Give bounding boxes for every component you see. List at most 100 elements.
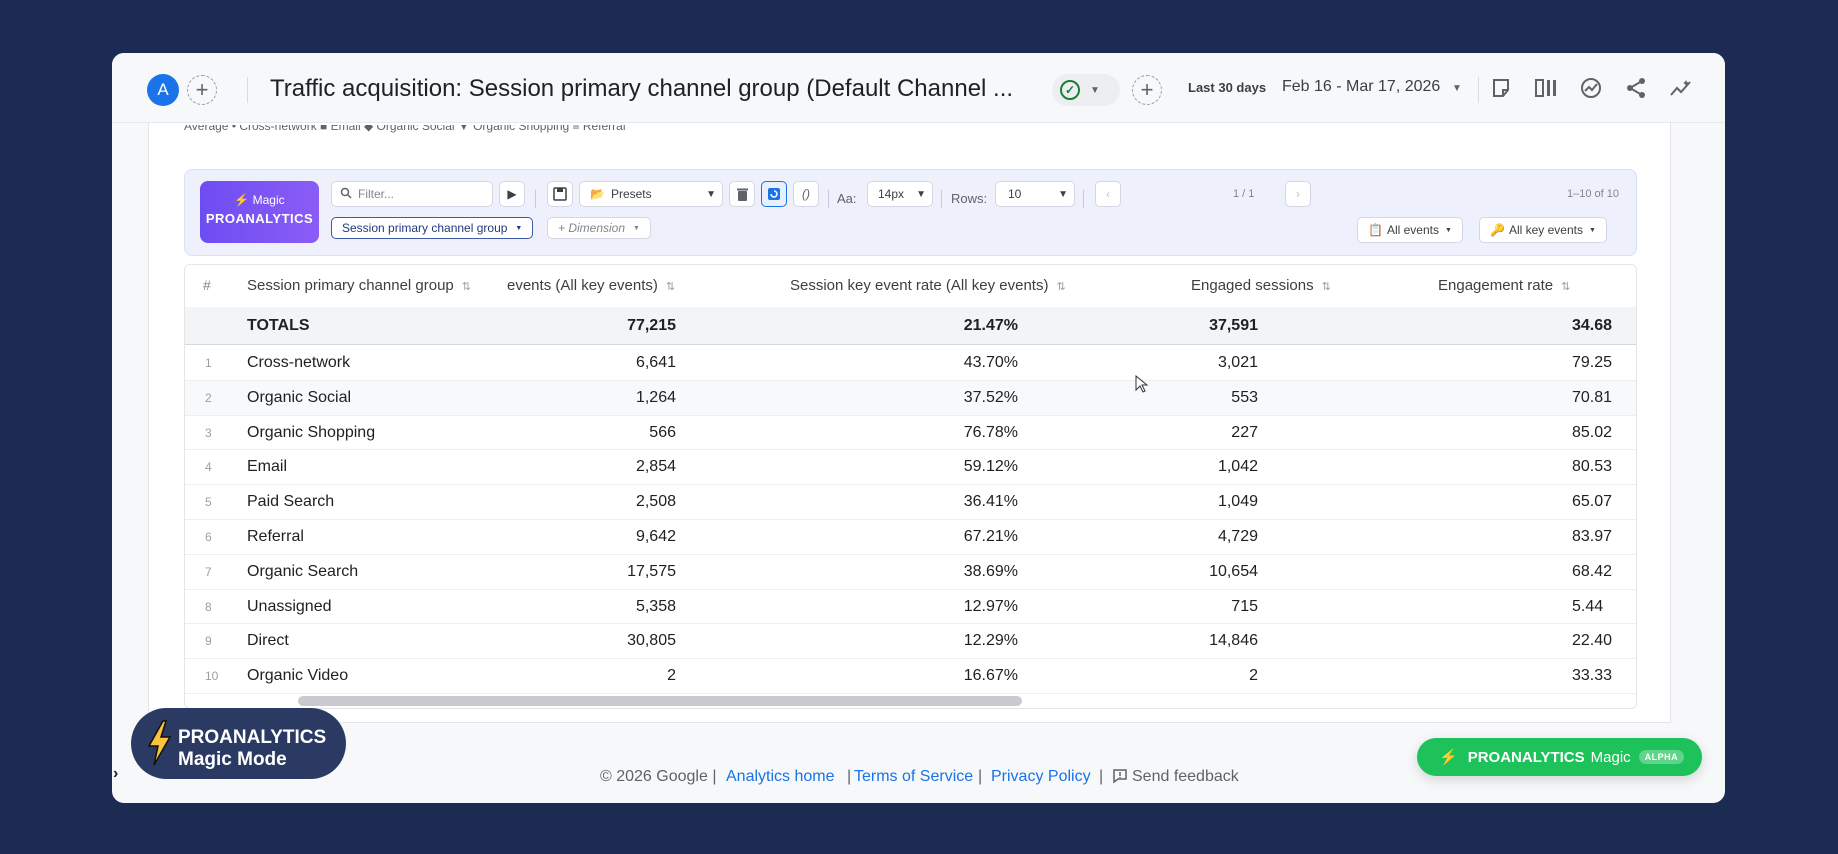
engagement-value: 70.81 [1572, 388, 1613, 406]
magic-mode-badge[interactable]: PROANALYTICS Magic Mode [131, 708, 346, 779]
engaged-value: 2 [1249, 667, 1258, 685]
play-icon: ▶ [507, 187, 517, 201]
compare-icon[interactable] [1531, 73, 1561, 103]
note-icon[interactable] [1486, 73, 1516, 103]
terms-link[interactable]: Terms of Service [854, 768, 973, 786]
channel-name: Email [247, 458, 288, 476]
clipboard-icon: 📋 [1368, 223, 1383, 237]
table-row[interactable]: 2 Organic Social 1,264 37.52% 553 70.81 [185, 380, 1636, 416]
delete-preset-button[interactable] [729, 181, 755, 207]
sort-icon[interactable]: ⇅ [1561, 281, 1570, 293]
column-header-label: events (All key events) [507, 277, 658, 294]
channel-name: Organic Search [247, 562, 359, 580]
divider [247, 77, 248, 103]
folder-icon: 📂 [590, 187, 605, 201]
add-dimension-button[interactable]: + Dimension ▼ [547, 217, 651, 239]
magic-proanalytics-logo[interactable]: ⚡ Magic PROANALYTICS [200, 181, 319, 243]
table-row[interactable]: 5 Paid Search 2,508 36.41% 1,049 65.07 [185, 485, 1636, 520]
rows-select[interactable]: 10 ▼ [995, 181, 1075, 207]
events-value: 2,854 [635, 458, 676, 476]
share-icon[interactable] [1621, 73, 1651, 103]
sort-icon[interactable]: ⇅ [1322, 281, 1331, 293]
rate-value: 12.97% [963, 597, 1018, 615]
column-header-channel[interactable]: Session primary channel group ⇅ [247, 277, 471, 294]
engaged-value: 10,654 [1209, 562, 1258, 580]
table-row[interactable]: 8 Unassigned 5,358 12.97% 715 5.44 [185, 590, 1636, 625]
chevron-down-icon[interactable]: ▼ [1452, 83, 1462, 94]
table-row[interactable]: 10 Organic Video 2 16.67% 2 33.33 [185, 659, 1636, 694]
table-row[interactable]: 6 Referral 9,642 67.21% 4,729 83.97 [185, 520, 1636, 555]
status-dropdown[interactable]: ✓ ▼ [1052, 74, 1120, 106]
insights-icon[interactable] [1576, 73, 1606, 103]
column-header-events[interactable]: events (All key events) ⇅ [507, 277, 675, 294]
dimension-chip[interactable]: Session primary channel group ▼ [331, 217, 534, 239]
table-row[interactable]: 7 Organic Search 17,575 38.69% 10,654 68.42 [185, 555, 1636, 590]
avatar[interactable]: A [147, 74, 179, 106]
trend-icon[interactable] [1666, 73, 1696, 103]
engaged-value: 715 [1231, 597, 1258, 615]
key-events-filter-chip[interactable]: 🔑 All key events ▼ [1479, 217, 1607, 243]
add-comparison-button[interactable]: + [187, 75, 217, 105]
divider [535, 190, 536, 208]
row-index: 4 [205, 460, 212, 475]
analytics-home-link[interactable]: Analytics home [726, 768, 835, 786]
date-range-picker[interactable]: Feb 16 - Mar 17, 2026 [1282, 78, 1440, 96]
magic-badge-line2: Magic Mode [178, 749, 287, 770]
channel-name: Organic Video [247, 667, 349, 685]
row-index: 7 [205, 564, 212, 579]
column-header-label: Engaged sessions [1191, 277, 1314, 294]
engaged-value: 227 [1231, 423, 1258, 441]
prev-page-button[interactable]: ‹ [1095, 181, 1121, 207]
chevron-down-icon: ▼ [706, 188, 716, 200]
table-row[interactable]: 9 Direct 30,805 12.29% 14,846 22.40 [185, 624, 1636, 660]
events-value: 1,264 [635, 388, 676, 406]
engagement-value: 85.02 [1572, 423, 1613, 441]
chevron-right-icon[interactable]: › [113, 765, 118, 783]
filter-input[interactable]: Filter... [331, 181, 493, 207]
font-size-select[interactable]: 14px ▼ [867, 181, 933, 207]
dimension-chip-label: Session primary channel group [342, 221, 508, 235]
engaged-value: 14,846 [1209, 632, 1258, 650]
formula-button[interactable]: () [793, 181, 819, 207]
channel-name: Organic Shopping [247, 423, 376, 441]
rate-value: 76.78% [963, 423, 1018, 441]
chevron-left-icon: ‹ [1106, 187, 1110, 201]
date-preset-label[interactable]: Last 30 days [1188, 80, 1266, 95]
refresh-button[interactable] [761, 181, 787, 207]
presets-label: Presets [610, 187, 652, 201]
sort-icon[interactable]: ⇅ [1056, 281, 1065, 293]
column-header-index: # [203, 277, 211, 293]
table-row[interactable]: 3 Organic Shopping 566 76.78% 227 85.02 [185, 416, 1636, 451]
privacy-link[interactable]: Privacy Policy [991, 768, 1091, 786]
footer-separator: | [978, 768, 983, 785]
magic-pill-word: Magic [1590, 748, 1631, 766]
sort-icon[interactable]: ⇅ [462, 281, 471, 293]
column-header-engagement[interactable]: Engagement rate ⇅ [1438, 277, 1570, 294]
sort-icon[interactable]: ⇅ [666, 281, 675, 293]
table-row[interactable]: 1 Cross-network 6,641 43.70% 3,021 79.25 [185, 346, 1636, 381]
presets-select[interactable]: 📂 Presets ▼ [579, 181, 723, 207]
logo-line2: PROANALYTICS [205, 211, 314, 226]
save-icon[interactable] [547, 181, 573, 207]
table-row[interactable]: 4 Email 2,854 59.12% 1,042 80.53 [185, 450, 1636, 486]
formula-icon: () [802, 187, 810, 201]
row-index: 2 [205, 390, 212, 405]
channel-name: Direct [247, 632, 289, 650]
events-value: 566 [649, 423, 676, 441]
engagement-value: 79.25 [1572, 354, 1613, 371]
horizontal-scrollbar[interactable] [298, 696, 1022, 706]
footer-separator: | [847, 768, 852, 785]
add-card-button[interactable]: + [1132, 75, 1162, 105]
proanalytics-toolbar: ⚡ Magic PROANALYTICS Filter... ▶ 📂 Prese… [184, 169, 1637, 256]
events-filter-chip[interactable]: 📋 All events ▼ [1357, 217, 1463, 243]
column-header-label: Session key event rate (All key events) [790, 277, 1049, 294]
next-page-button[interactable]: › [1285, 181, 1311, 207]
column-header-rate[interactable]: Session key event rate (All key events) ⇅ [790, 277, 1066, 294]
chevron-down-icon: ▼ [1444, 226, 1452, 234]
run-filter-button[interactable]: ▶ [499, 181, 525, 207]
engaged-value: 4,729 [1217, 528, 1258, 545]
send-feedback-link[interactable]: Send feedback [1112, 768, 1239, 786]
column-header-engaged[interactable]: Engaged sessions ⇅ [1191, 277, 1331, 294]
proanalytics-magic-button[interactable]: ⚡ PROANALYTICS Magic ALPHA [1417, 738, 1702, 776]
engagement-value: 22.40 [1572, 632, 1613, 650]
